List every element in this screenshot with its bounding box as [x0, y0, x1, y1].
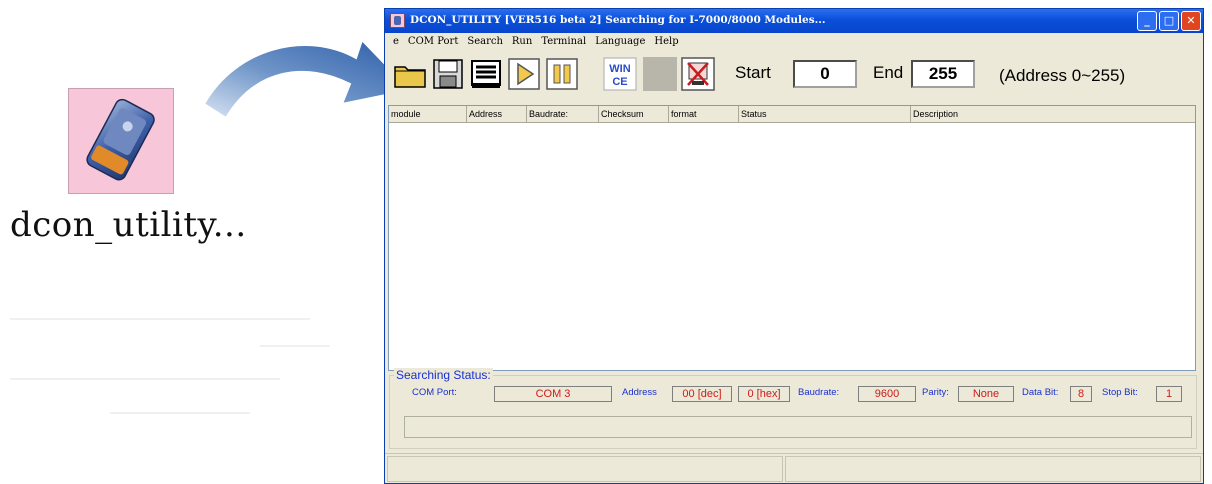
- parity-label: Parity:: [922, 387, 949, 398]
- curved-arrow-icon: [202, 38, 412, 120]
- com-port-label: COM Port:: [412, 387, 457, 398]
- column-checksum[interactable]: Checksum: [599, 106, 669, 122]
- address-dec-value: 00 [dec]: [672, 386, 732, 402]
- stop-search-icon[interactable]: [681, 57, 715, 91]
- column-format[interactable]: format: [669, 106, 739, 122]
- faint-text-line: [110, 412, 250, 414]
- svg-text:WIN: WIN: [609, 63, 630, 75]
- data-bit-value: 8: [1070, 386, 1092, 402]
- table-header: module Address Baudrate: Checksum format…: [389, 106, 1195, 123]
- menu-file[interactable]: e: [385, 33, 403, 47]
- baudrate-value: 9600: [858, 386, 916, 402]
- com-port-value: COM 3: [494, 386, 612, 402]
- status-bar-panel-left: [387, 456, 783, 482]
- close-button[interactable]: ✕: [1181, 11, 1201, 31]
- searching-status-group: Searching Status: COM Port: COM 3 Addres…: [389, 368, 1197, 449]
- desktop-icon-label: dcon_utility...: [10, 205, 247, 245]
- module-device-icon: [86, 98, 155, 181]
- menu-search[interactable]: Search: [462, 33, 507, 47]
- dcon-utility-window: DCON_UTILITY [VER516 beta 2] Searching f…: [384, 8, 1204, 484]
- menu-terminal[interactable]: Terminal: [536, 33, 590, 47]
- menu-help[interactable]: Help: [649, 33, 682, 47]
- search-progress-bar: [404, 416, 1192, 438]
- searching-status-legend: Searching Status:: [394, 368, 493, 382]
- window-title: DCON_UTILITY [VER516 beta 2] Searching f…: [410, 14, 826, 26]
- run-play-icon[interactable]: [507, 57, 541, 91]
- column-status[interactable]: Status: [739, 106, 911, 122]
- status-bar: [385, 453, 1203, 484]
- parity-value: None: [958, 386, 1014, 402]
- save-disk-icon[interactable]: [431, 57, 465, 91]
- stop-bit-label: Stop Bit:: [1102, 387, 1138, 398]
- title-bar[interactable]: DCON_UTILITY [VER516 beta 2] Searching f…: [385, 9, 1203, 33]
- column-module[interactable]: module: [389, 106, 467, 122]
- baudrate-label: Baudrate:: [798, 387, 840, 398]
- address-label: Address: [622, 387, 657, 398]
- maximize-button[interactable]: □: [1159, 11, 1179, 31]
- faint-text-line: [10, 378, 280, 380]
- start-label: Start: [735, 63, 771, 82]
- toolbar: WIN CE Start 0 End 255 (Address 0~255): [385, 51, 1203, 105]
- svg-text:CE: CE: [612, 76, 627, 88]
- column-address[interactable]: Address: [467, 106, 527, 122]
- column-description[interactable]: Description: [911, 106, 1195, 122]
- minimize-button[interactable]: _: [1137, 11, 1157, 31]
- menu-language[interactable]: Language: [590, 33, 649, 47]
- module-list-table[interactable]: module Address Baudrate: Checksum format…: [388, 105, 1196, 371]
- dcon-utility-desktop-icon[interactable]: [68, 88, 174, 194]
- status-bar-panel-right: [785, 456, 1201, 482]
- address-hex-value: 0 [hex]: [738, 386, 790, 402]
- column-baudrate[interactable]: Baudrate:: [527, 106, 599, 122]
- end-address-input[interactable]: 255: [911, 60, 975, 88]
- menu-run[interactable]: Run: [507, 33, 536, 47]
- faint-text-line: [10, 318, 310, 320]
- data-bit-label: Data Bit:: [1022, 387, 1059, 398]
- stop-bit-value: 1: [1156, 386, 1182, 402]
- menu-bar: e COM Port Search Run Terminal Language Help: [385, 33, 1203, 51]
- address-range-text: (Address 0~255): [999, 66, 1126, 85]
- app-icon[interactable]: [390, 13, 405, 28]
- print-icon[interactable]: [469, 57, 503, 91]
- open-folder-icon[interactable]: [393, 57, 427, 91]
- pause-icon[interactable]: [545, 57, 579, 91]
- blank-icon[interactable]: [643, 57, 677, 91]
- start-address-input[interactable]: 0: [793, 60, 857, 88]
- wince-icon[interactable]: WIN CE: [603, 57, 637, 91]
- end-label: End: [873, 63, 904, 82]
- faint-text-line: [260, 345, 330, 347]
- menu-com-port[interactable]: COM Port: [403, 33, 462, 47]
